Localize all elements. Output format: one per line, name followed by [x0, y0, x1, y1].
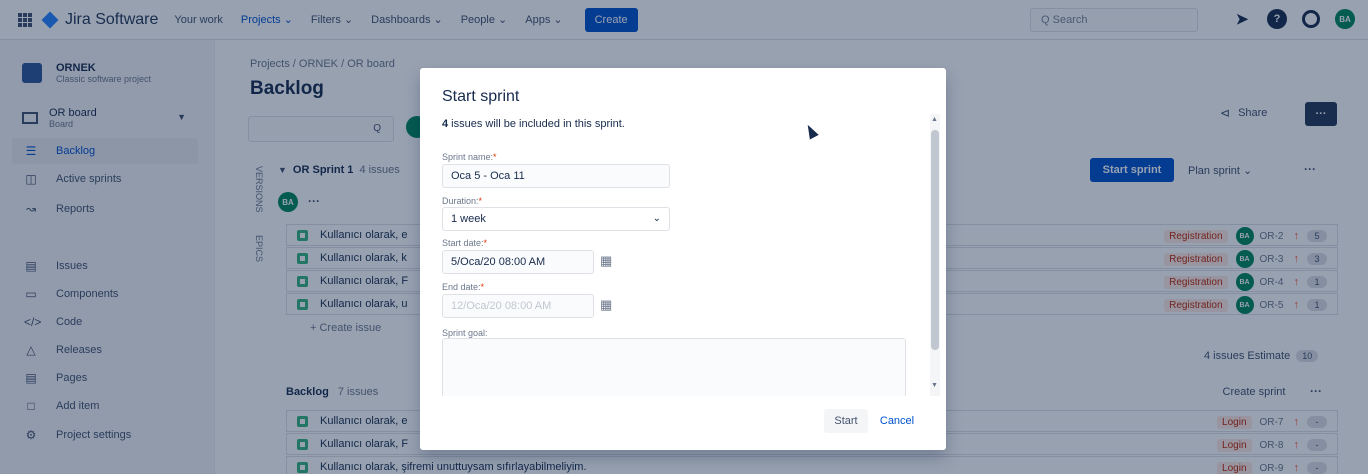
start-button[interactable]: Start	[824, 409, 868, 433]
label-text: End date:	[442, 282, 481, 292]
start-date-label: Start date:*	[442, 238, 487, 248]
sprint-name-input[interactable]: Oca 5 - Oca 11	[442, 164, 670, 188]
dialog-scrollbar[interactable]: ▲ ▼	[930, 114, 940, 396]
duration-select[interactable]: 1 week ⌄	[442, 207, 670, 231]
scroll-up-icon[interactable]: ▲	[931, 116, 938, 123]
info-text: issues will be included in this sprint.	[448, 118, 625, 130]
label-text: Duration:	[442, 196, 479, 206]
calendar-icon[interactable]: ▦	[600, 297, 612, 313]
duration-label: Duration:*	[442, 196, 482, 206]
required-mark: *	[480, 282, 485, 292]
sprint-goal-textarea[interactable]	[442, 338, 906, 396]
start-date-input[interactable]: 5/Oca/20 08:00 AM	[442, 250, 594, 274]
required-mark: *	[493, 152, 497, 162]
dialog-body: 4 issues will be included in this sprint…	[420, 114, 930, 396]
scroll-down-icon[interactable]: ▼	[931, 382, 938, 389]
start-sprint-dialog: Start sprint 4 issues will be included i…	[420, 68, 946, 450]
required-mark: *	[483, 238, 488, 248]
sprint-info-text: 4 issues will be included in this sprint…	[442, 118, 625, 130]
calendar-icon[interactable]: ▦	[600, 253, 612, 269]
scroll-thumb[interactable]	[931, 130, 939, 350]
cancel-button[interactable]: Cancel	[872, 409, 922, 433]
chevron-down-icon: ⌄	[652, 213, 661, 224]
label-text: Start date:	[442, 238, 484, 248]
label-text: Sprint name:	[442, 152, 494, 162]
sprint-name-label: Sprint name:*	[442, 152, 497, 162]
end-date-input[interactable]: 12/Oca/20 08:00 AM	[442, 294, 594, 318]
duration-value: 1 week	[451, 213, 486, 225]
dialog-title: Start sprint	[442, 88, 520, 105]
end-date-label: End date:*	[442, 282, 484, 292]
required-mark: *	[478, 196, 483, 206]
sprint-goal-label: Sprint goal:	[442, 328, 488, 338]
